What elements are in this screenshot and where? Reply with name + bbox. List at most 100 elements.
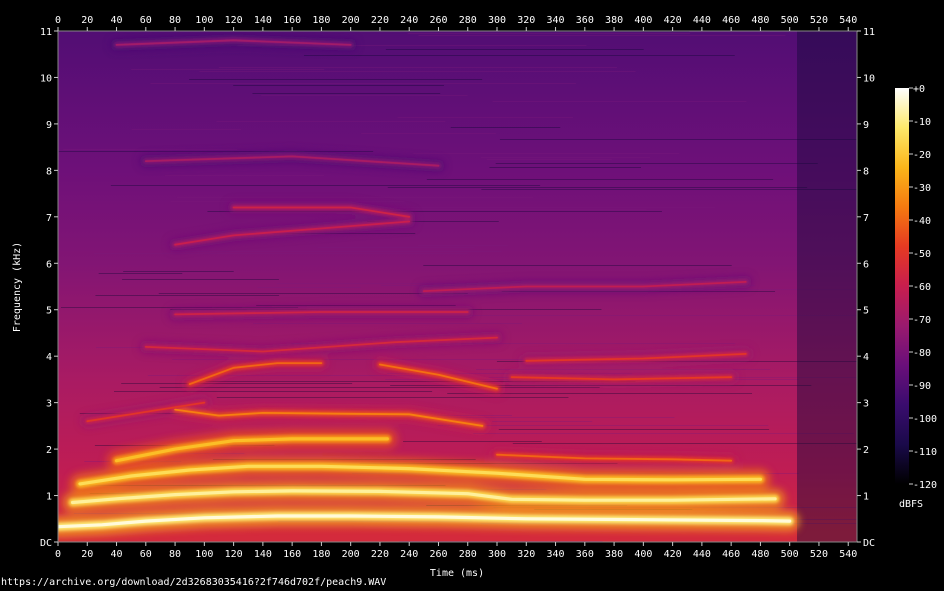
x-tick-label: 500: [781, 15, 799, 26]
y-tick-label: 8: [46, 166, 52, 177]
x-tick-label: 260: [429, 15, 447, 26]
x-tick-label: 380: [605, 549, 623, 560]
colorbar-scale: [895, 88, 909, 484]
noise-band: [385, 49, 644, 50]
y-tick-label: 5: [863, 306, 869, 317]
noise-band: [121, 383, 353, 384]
x-tick-label: 360: [576, 549, 594, 560]
x-tick-label: 440: [693, 549, 711, 560]
noise-band: [199, 71, 636, 72]
colorbar-tick-label: -10: [913, 117, 931, 128]
x-tick-label: 320: [517, 15, 535, 26]
x-axis-top: 0 20 40 60 80 100 120 140 160 180 200 220 240 260 280 3…: [55, 15, 857, 31]
colorbar-tick-label: -100: [913, 414, 937, 425]
noise-band: [159, 387, 600, 388]
x-tick-label: 180: [312, 549, 330, 560]
y-tick-label: 7: [46, 213, 52, 224]
x-tick-label: 540: [839, 15, 857, 26]
y-tick-label: 3: [46, 399, 52, 410]
colorbar-tick-label: -60: [913, 282, 931, 293]
y-tick-label: 10: [40, 73, 52, 84]
y-axis-right: DC 1 2 3 4 5 6 7 8 9 10 11: [857, 27, 875, 549]
colorbar-tick-label: -110: [913, 447, 937, 458]
noise-band: [63, 149, 238, 150]
x-tick-label: 260: [429, 549, 447, 560]
x-tick-label: 220: [371, 15, 389, 26]
x-tick-label: 280: [459, 549, 477, 560]
x-tick-label: 100: [195, 15, 213, 26]
noise-band: [498, 429, 770, 430]
y-tick-label: DC: [40, 538, 52, 549]
noise-band: [110, 185, 541, 186]
x-tick-label: 300: [488, 549, 506, 560]
spectrogram-plot-area: [58, 31, 857, 542]
x-tick-label: 200: [342, 15, 360, 26]
noise-band: [123, 271, 234, 272]
x-tick-label: 340: [547, 15, 565, 26]
noise-band: [403, 441, 542, 442]
x-tick-label: 140: [254, 549, 272, 560]
noise-band: [423, 265, 732, 266]
x-axis-bottom: 0 20 40 60 80 100 120 140 160 180 200 220 240 260 280 3…: [55, 542, 857, 560]
colorbar-tick-label: -40: [913, 216, 931, 227]
x-tick-label: 280: [459, 15, 477, 26]
y-tick-label: 3: [863, 399, 869, 410]
noise-band: [189, 79, 483, 80]
noise-band: [405, 209, 647, 210]
noise-band: [480, 157, 651, 158]
x-axis-label: Time (ms): [430, 568, 484, 579]
y-tick-label: 8: [863, 166, 869, 177]
y-tick-label: 1: [46, 492, 52, 503]
noise-band: [492, 421, 593, 422]
noise-band: [476, 369, 771, 370]
x-tick-label: 40: [111, 549, 123, 560]
x-tick-label: 220: [371, 549, 389, 560]
x-tick-label: 200: [342, 549, 360, 560]
x-tick-label: 440: [693, 15, 711, 26]
noise-band: [150, 83, 576, 84]
noise-band: [492, 101, 747, 102]
x-tick-label: 520: [810, 549, 828, 560]
colorbar-tick-label: +0: [913, 84, 925, 95]
noise-band: [417, 245, 508, 246]
y-tick-label: 11: [40, 27, 52, 38]
x-tick-label: 240: [400, 15, 418, 26]
noise-band: [397, 117, 573, 118]
x-tick-label: 180: [312, 15, 330, 26]
colorbar-ticks: +0 -10 -20 -30 -40 -50 -60 -70 -80 -90 -100 -110 -12…: [909, 84, 937, 491]
noise-band: [413, 153, 680, 154]
noise-band: [58, 151, 374, 152]
x-tick-label: 300: [488, 15, 506, 26]
noise-band: [114, 391, 433, 392]
source-url: https://archive.org/download/2d326830354…: [1, 577, 387, 588]
colorbar-tick-label: -120: [913, 480, 937, 491]
noise-band: [131, 129, 242, 130]
colorbar: +0 -10 -20 -30 -40 -50 -60 -70 -80 -90 -100 -110 -12…: [895, 84, 937, 510]
noise-band: [218, 67, 617, 68]
noise-band: [512, 443, 857, 444]
noise-band: [94, 253, 468, 254]
y-tick-label: 11: [863, 27, 875, 38]
x-tick-label: 540: [839, 549, 857, 560]
x-tick-label: 60: [140, 549, 152, 560]
colorbar-tick-label: -30: [913, 183, 931, 194]
x-tick-label: 0: [55, 15, 61, 26]
x-tick-label: 460: [722, 15, 740, 26]
noise-band: [216, 397, 569, 398]
x-tick-label: 160: [283, 15, 301, 26]
x-tick-label: 20: [81, 15, 93, 26]
y-tick-label: DC: [863, 538, 875, 549]
x-tick-label: 520: [810, 15, 828, 26]
noise-band: [257, 287, 361, 288]
noise-band: [176, 197, 534, 198]
spectrogram-chart: 0 20 40 60 80 100 120 140 160 180 200 220 240 260 280 3…: [12, 15, 937, 579]
x-tick-label: 500: [781, 549, 799, 560]
noise-band: [390, 385, 812, 386]
noise-band: [473, 433, 854, 434]
x-tick-label: 420: [664, 549, 682, 560]
noise-band: [355, 207, 716, 208]
y-tick-label: 9: [46, 120, 52, 131]
y-tick-label: 2: [863, 445, 869, 456]
y-tick-label: 1: [863, 492, 869, 503]
x-tick-label: 320: [517, 549, 535, 560]
